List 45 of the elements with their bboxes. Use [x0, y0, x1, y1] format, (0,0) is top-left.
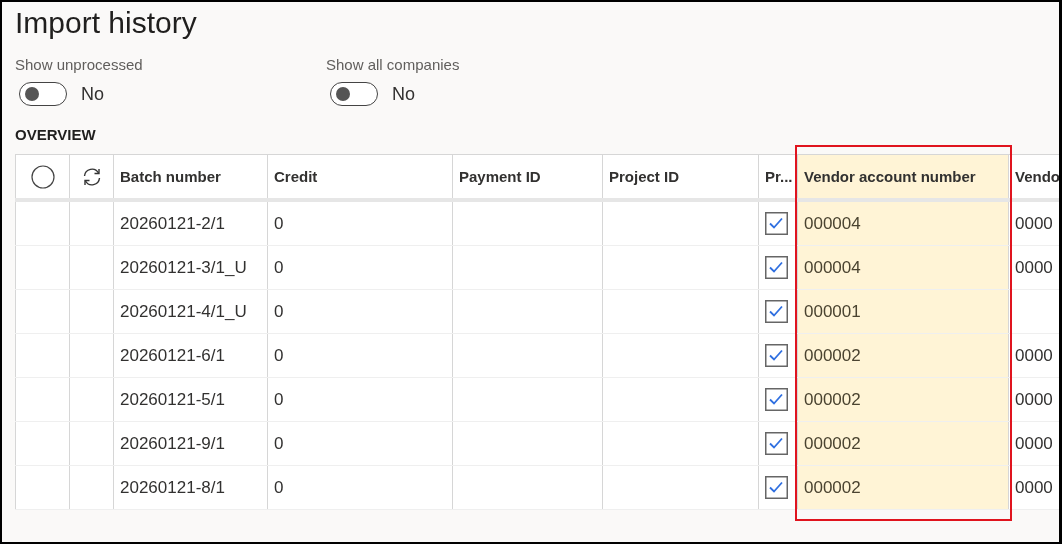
table-cell: 0	[274, 433, 284, 453]
select-all-circle-icon[interactable]	[30, 164, 55, 189]
table-cell: 20260121-5/1	[120, 389, 225, 409]
checkbox[interactable]	[765, 432, 788, 455]
table-cell: 0	[274, 389, 284, 409]
checkbox[interactable]	[765, 300, 788, 323]
checkbox[interactable]	[765, 344, 788, 367]
page-title: Import history	[15, 6, 197, 40]
table-cell: 0000	[1015, 213, 1053, 233]
checkbox[interactable]	[765, 388, 788, 411]
toggle-switch[interactable]	[19, 82, 67, 106]
table-cell: 0	[274, 477, 284, 497]
checkbox[interactable]	[765, 212, 788, 235]
table-cell: 20260121-3/1_U	[120, 257, 247, 277]
table-cell: 20260121-2/1	[120, 213, 225, 233]
toggle-value: No	[392, 83, 415, 105]
table-cell: 20260121-6/1	[120, 345, 225, 365]
table-cell: 20260121-8/1	[120, 477, 225, 497]
table-cell: 000002	[804, 477, 861, 497]
table-cell: 0	[274, 301, 284, 321]
table-cell: 000002	[804, 433, 861, 453]
table-cell: 0	[274, 345, 284, 365]
column-header[interactable]: Credit	[274, 168, 318, 185]
table-cell: 0000	[1015, 477, 1053, 497]
table-cell: 0000	[1015, 345, 1053, 365]
column-header[interactable]: Project ID	[609, 168, 680, 185]
toggle-switch[interactable]	[330, 82, 378, 106]
table-cell: 20260121-4/1_U	[120, 301, 247, 321]
table-cell: 000001	[804, 301, 861, 321]
section-title: OVERVIEW	[15, 126, 96, 143]
toggle-label: Show all companies	[326, 56, 461, 73]
checkbox[interactable]	[765, 476, 788, 499]
checkbox[interactable]	[765, 256, 788, 279]
table-cell: 000004	[804, 213, 861, 233]
table-cell: 0000	[1015, 257, 1053, 277]
table-cell: 20260121-9/1	[120, 433, 225, 453]
toggle-label: Show unprocessed	[15, 56, 144, 73]
table-cell: 0	[274, 257, 284, 277]
table-cell: 0000	[1015, 433, 1053, 453]
table-cell: 0000	[1015, 389, 1053, 409]
table-cell: 000004	[804, 257, 861, 277]
toggle-value: No	[81, 83, 104, 105]
table-cell: 000002	[804, 389, 861, 409]
table-cell: 0	[274, 213, 284, 233]
table-cell: 000002	[804, 345, 861, 365]
